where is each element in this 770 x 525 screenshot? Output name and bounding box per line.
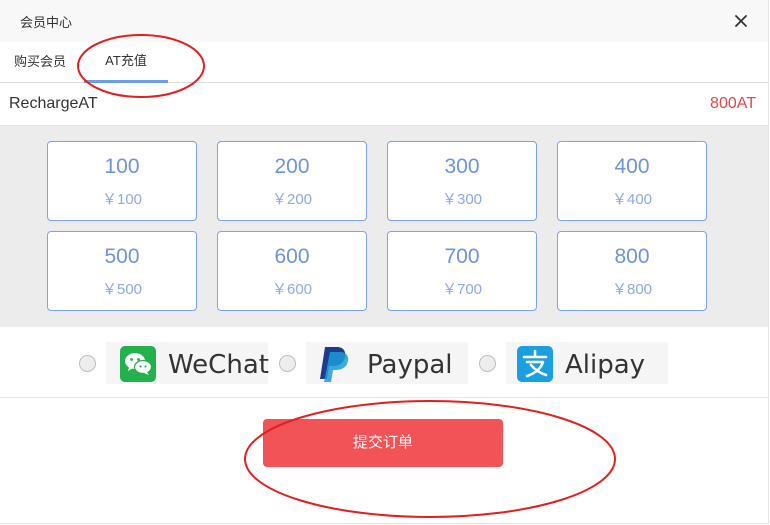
package-card[interactable]: 300 ￥300 bbox=[387, 141, 537, 221]
package-amount: 500 bbox=[104, 245, 140, 268]
balance-label: RechargeAT bbox=[9, 95, 98, 112]
tab-bar: 购买会员 AT充值 bbox=[0, 42, 768, 83]
payment-paypal[interactable]: Paypal bbox=[306, 342, 468, 384]
payment-wechat[interactable]: WeChat bbox=[106, 342, 269, 387]
member-center-dialog: 会员中心 购买会员 AT充值 RechargeAT 800AT 100 ￥100… bbox=[0, 0, 769, 524]
package-price: ￥800 bbox=[611, 281, 653, 298]
balance-value: 800AT bbox=[710, 95, 756, 112]
balance-row: RechargeAT 800AT bbox=[0, 83, 768, 126]
dialog-titlebar: 会员中心 bbox=[0, 0, 768, 42]
package-price: ￥200 bbox=[271, 191, 313, 208]
package-card[interactable]: 700 ￥700 bbox=[387, 231, 537, 311]
package-price: ￥300 bbox=[441, 191, 483, 208]
package-amount: 100 bbox=[104, 155, 140, 178]
recharge-amount-panel: 100 ￥100 200 ￥200 300 ￥300 400 ￥400 500 … bbox=[0, 126, 768, 327]
package-price: ￥500 bbox=[101, 281, 143, 298]
payment-alipay-label: Alipay bbox=[565, 350, 646, 380]
radio-wechat[interactable] bbox=[79, 355, 96, 372]
package-card[interactable]: 800 ￥800 bbox=[557, 231, 707, 311]
payment-wechat-label: WeChat bbox=[168, 350, 269, 380]
package-card[interactable]: 400 ￥400 bbox=[557, 141, 707, 221]
package-amount: 200 bbox=[274, 155, 310, 178]
submit-order-button[interactable]: 提交订单 bbox=[263, 419, 503, 467]
package-amount: 300 bbox=[444, 155, 480, 178]
payment-paypal-label: Paypal bbox=[367, 350, 453, 380]
package-card[interactable]: 500 ￥500 bbox=[47, 231, 197, 311]
package-amount: 600 bbox=[274, 245, 310, 268]
package-card[interactable]: 100 ￥100 bbox=[47, 141, 197, 221]
package-price: ￥400 bbox=[611, 191, 653, 208]
tab-at-recharge[interactable]: AT充值 bbox=[84, 42, 168, 83]
package-amount: 400 bbox=[614, 155, 650, 178]
package-amount: 700 bbox=[444, 245, 480, 268]
package-amount: 800 bbox=[614, 245, 650, 268]
package-price: ￥600 bbox=[271, 281, 313, 298]
paypal-icon bbox=[316, 345, 350, 388]
wechat-icon bbox=[120, 346, 156, 387]
close-icon[interactable] bbox=[728, 8, 754, 34]
payment-method-row: WeChat Paypal Alipay bbox=[0, 327, 768, 398]
package-card[interactable]: 600 ￥600 bbox=[217, 231, 367, 311]
radio-alipay[interactable] bbox=[479, 355, 496, 372]
alipay-icon bbox=[517, 346, 553, 387]
package-price: ￥700 bbox=[441, 281, 483, 298]
payment-alipay[interactable]: Alipay bbox=[506, 342, 668, 384]
dialog-title: 会员中心 bbox=[20, 15, 73, 30]
radio-paypal[interactable] bbox=[279, 355, 296, 372]
package-card[interactable]: 200 ￥200 bbox=[217, 141, 367, 221]
tab-buy-membership[interactable]: 购买会员 bbox=[14, 42, 66, 82]
package-price: ￥100 bbox=[101, 191, 143, 208]
